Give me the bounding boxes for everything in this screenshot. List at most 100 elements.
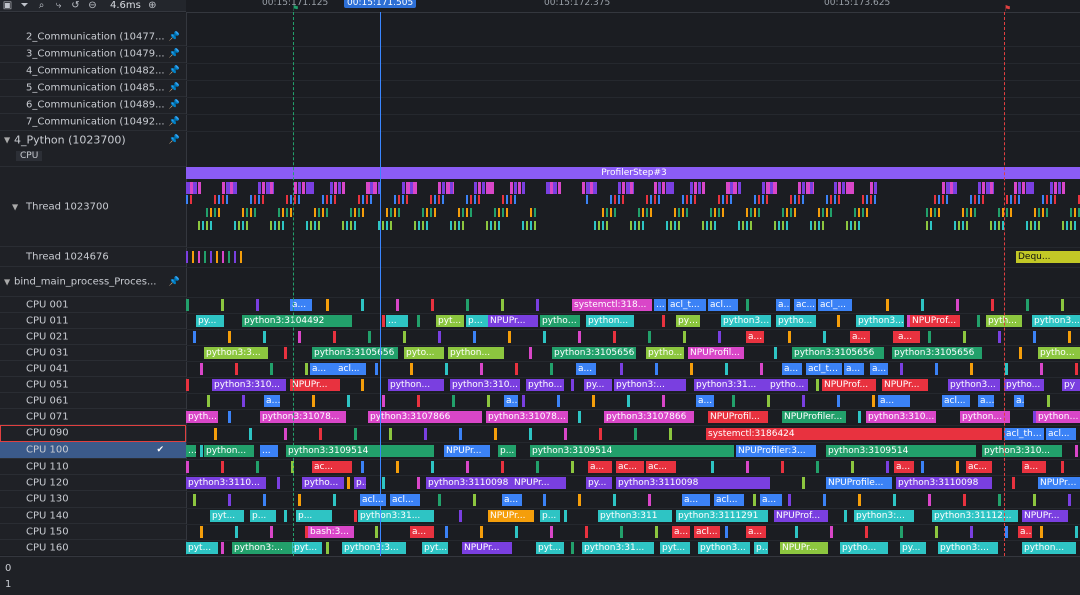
slice[interactable]	[1022, 182, 1025, 194]
slice[interactable]	[431, 299, 434, 311]
slice[interactable]	[326, 195, 328, 204]
slice[interactable]	[263, 331, 266, 343]
slice[interactable]	[794, 195, 796, 204]
slice[interactable]	[494, 208, 496, 217]
slice[interactable]	[298, 493, 301, 506]
slice[interactable]	[298, 331, 301, 343]
slice[interactable]	[592, 395, 595, 407]
slice[interactable]	[1019, 347, 1022, 359]
slice[interactable]	[394, 195, 396, 204]
slice[interactable]	[294, 195, 296, 204]
slice[interactable]	[382, 315, 385, 327]
slice[interactable]	[774, 221, 776, 230]
slice[interactable]	[618, 182, 621, 194]
slice[interactable]	[678, 221, 680, 230]
slice[interactable]	[529, 427, 532, 440]
slice[interactable]	[602, 208, 604, 217]
slice[interactable]	[802, 477, 805, 489]
slice[interactable]	[502, 195, 504, 204]
slice[interactable]	[410, 363, 413, 375]
slice[interactable]	[790, 195, 792, 204]
slice[interactable]	[946, 195, 948, 204]
slice[interactable]	[1061, 461, 1064, 473]
slice[interactable]	[886, 299, 889, 311]
slice[interactable]	[865, 526, 868, 538]
slice[interactable]	[854, 221, 856, 230]
slice[interactable]	[822, 208, 824, 217]
pin-icon[interactable]: 📌	[169, 66, 180, 76]
slice[interactable]	[886, 461, 889, 473]
slice[interactable]	[458, 221, 460, 230]
slice[interactable]	[354, 208, 356, 217]
slice[interactable]	[718, 331, 721, 343]
slice[interactable]	[578, 411, 581, 423]
slice[interactable]	[810, 182, 813, 194]
slice[interactable]: acl_thr...	[1004, 427, 1044, 440]
slice[interactable]: pyt...	[186, 542, 218, 554]
slice[interactable]	[962, 221, 964, 230]
slice[interactable]: NPUPr...	[444, 444, 490, 457]
slice[interactable]	[928, 493, 931, 506]
slice[interactable]	[1005, 363, 1008, 375]
slice[interactable]	[823, 493, 826, 506]
slice[interactable]	[326, 208, 328, 217]
slice[interactable]	[858, 493, 861, 506]
slice[interactable]	[564, 427, 567, 440]
slice[interactable]	[368, 331, 371, 343]
slice[interactable]	[866, 195, 868, 204]
slice[interactable]: py	[1062, 379, 1080, 391]
slice[interactable]: python3:3110...	[186, 477, 266, 489]
slice[interactable]	[350, 208, 352, 217]
slice[interactable]	[536, 299, 539, 311]
slice[interactable]: ...	[386, 315, 408, 327]
slice[interactable]	[314, 208, 316, 217]
slice[interactable]: python3...	[856, 315, 904, 327]
slice[interactable]	[818, 208, 820, 217]
slice[interactable]	[510, 182, 513, 194]
slice[interactable]	[375, 363, 378, 375]
slice[interactable]	[445, 363, 448, 375]
slice[interactable]	[417, 395, 420, 407]
slice[interactable]	[438, 182, 441, 194]
slice[interactable]	[662, 315, 665, 327]
slice[interactable]	[330, 195, 332, 204]
slice[interactable]	[382, 395, 385, 407]
slice[interactable]: acl...	[264, 395, 280, 407]
slice[interactable]	[438, 195, 440, 204]
slice[interactable]: pytho...	[1004, 379, 1044, 391]
pin-icon[interactable]: 📌	[169, 135, 180, 145]
slice[interactable]	[333, 331, 336, 343]
slice[interactable]	[361, 299, 364, 311]
slice[interactable]	[662, 182, 665, 194]
slice[interactable]	[978, 195, 980, 204]
slice[interactable]: p...	[354, 477, 366, 489]
slice[interactable]	[486, 182, 494, 194]
slice[interactable]	[1042, 195, 1044, 204]
slice[interactable]: python3...	[1032, 315, 1080, 327]
slice[interactable]: pyt...	[436, 315, 464, 327]
slice[interactable]	[198, 182, 201, 194]
slice[interactable]: python3:3107866	[604, 411, 694, 423]
slice[interactable]	[235, 526, 238, 538]
slice[interactable]: a...	[1014, 395, 1024, 407]
slice[interactable]: python3:3105656	[792, 347, 884, 359]
slice[interactable]	[870, 195, 872, 204]
slice[interactable]	[354, 221, 356, 230]
slice[interactable]: python3...	[540, 315, 580, 327]
slice[interactable]	[998, 208, 1000, 217]
slice[interactable]	[654, 182, 657, 194]
slice[interactable]: a...	[844, 363, 864, 375]
slice[interactable]	[374, 182, 377, 194]
slice[interactable]: acl...	[942, 395, 970, 407]
track-label-row[interactable]: CPU 041	[0, 361, 186, 377]
slice[interactable]	[370, 182, 373, 194]
track-label-row[interactable]: Thread 1024676	[0, 247, 186, 267]
slice[interactable]	[466, 208, 468, 217]
slice[interactable]	[510, 195, 512, 204]
slice[interactable]	[921, 461, 924, 473]
slice[interactable]: pyto...	[404, 347, 444, 359]
slice[interactable]	[470, 208, 472, 217]
slice[interactable]	[246, 208, 248, 217]
slice[interactable]	[770, 182, 773, 194]
slice[interactable]	[662, 395, 665, 407]
